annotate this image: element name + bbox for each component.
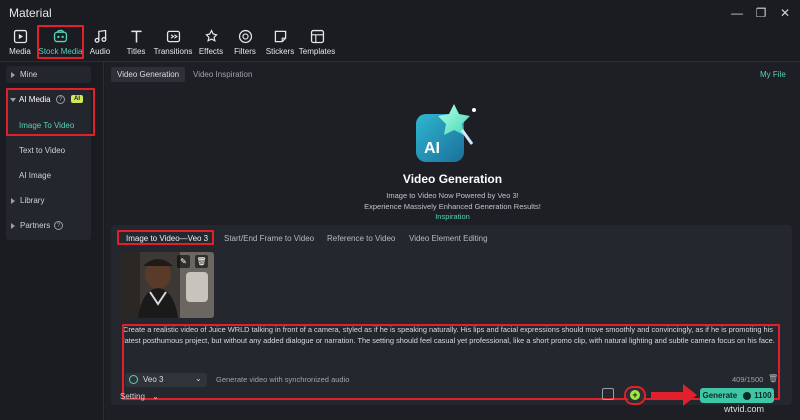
toolbar-titles[interactable]: Titles bbox=[122, 26, 150, 60]
sidebar-item-mine[interactable]: Mine bbox=[6, 66, 91, 83]
transitions-icon bbox=[166, 30, 180, 43]
red-arrow-icon bbox=[651, 384, 697, 406]
hero-line-1: Image to Video Now Powered by Veo 3! bbox=[386, 191, 519, 200]
tab-video-element-editing[interactable]: Video Element Editing bbox=[409, 234, 488, 243]
generate-button[interactable]: Generate 1100 bbox=[700, 388, 774, 403]
toolbar-audio[interactable]: Audio bbox=[86, 26, 114, 60]
titles-icon bbox=[130, 30, 142, 43]
credit-icon bbox=[743, 391, 752, 400]
prompt-textarea[interactable]: Create a realistic video of Juice WRLD t… bbox=[123, 325, 779, 373]
help-icon[interactable]: ? bbox=[54, 221, 63, 230]
caret-right-icon bbox=[11, 223, 15, 229]
audio-hint: Generate video with synchronized audio bbox=[216, 375, 350, 384]
toolbar-effects[interactable]: Effects bbox=[197, 26, 225, 60]
material-toolbar: Media Stock Media Audio Titles Transitio… bbox=[0, 26, 800, 62]
toolbar-transitions[interactable]: Transitions bbox=[153, 26, 193, 60]
sidebar-item-ai-media[interactable]: AI Media bbox=[19, 95, 51, 104]
templates-icon bbox=[310, 29, 324, 44]
restore-icon[interactable]: ❐ bbox=[752, 4, 770, 22]
page-title: Video Generation bbox=[402, 172, 503, 186]
help-icon[interactable]: ? bbox=[56, 95, 65, 104]
uploaded-image-thumbnail[interactable]: ✎ 🗑 bbox=[120, 252, 214, 318]
window-title: Material bbox=[9, 6, 52, 20]
caret-down-icon bbox=[10, 98, 16, 102]
sidebar-item-ai-image[interactable]: AI Image bbox=[19, 171, 51, 180]
ai-video-logo: AI bbox=[414, 100, 484, 164]
stock-media-icon bbox=[53, 29, 68, 43]
model-label: Veo 3 bbox=[143, 375, 164, 384]
generation-panel: Image to Video—Veo 3 Start/End Frame to … bbox=[111, 225, 792, 405]
sidebar-item-library[interactable]: Library bbox=[6, 192, 91, 209]
inspiration-link[interactable]: Inspiration bbox=[105, 212, 800, 221]
add-credits-icon: + bbox=[630, 390, 640, 400]
logo-text: AI bbox=[424, 140, 440, 157]
title-bar: Material — ❐ ✕ bbox=[0, 0, 800, 26]
toolbar-templates[interactable]: Templates bbox=[299, 26, 335, 60]
sidebar-item-partners[interactable]: Partners ? bbox=[6, 217, 91, 234]
veo-model-icon bbox=[129, 375, 138, 384]
watermark: wtvid.com bbox=[724, 404, 765, 414]
toolbar-stock-media[interactable]: Stock Media bbox=[38, 26, 83, 60]
tab-start-end-frame[interactable]: Start/End Frame to Video bbox=[224, 234, 314, 243]
tab-video-inspiration[interactable]: Video Inspiration bbox=[187, 67, 258, 82]
caret-right-icon bbox=[11, 198, 15, 204]
tab-image-to-video-veo3[interactable]: Image to Video—Veo 3 bbox=[126, 234, 208, 243]
setting-dropdown[interactable]: Setting ⌄ bbox=[120, 392, 159, 401]
tab-video-generation[interactable]: Video Generation bbox=[111, 67, 186, 82]
media-icon bbox=[13, 29, 27, 44]
model-select[interactable]: Veo 3 ⌄ bbox=[125, 373, 207, 387]
char-counter: 409/1500 bbox=[732, 375, 764, 384]
close-icon[interactable]: ✕ bbox=[776, 4, 794, 22]
toolbar-media[interactable]: Media bbox=[4, 26, 36, 60]
delete-icon[interactable]: 🗑 bbox=[195, 255, 208, 268]
main-area: Video Generation Video Inspiration My Fi… bbox=[105, 62, 800, 420]
chevron-down-icon: ⌄ bbox=[152, 392, 159, 401]
effects-icon bbox=[204, 29, 218, 42]
image-settings-icon[interactable] bbox=[602, 388, 614, 400]
hero-line-2: Experience Massively Enhanced Generation… bbox=[364, 202, 541, 211]
my-file-link[interactable]: My File bbox=[760, 70, 786, 79]
filters-icon bbox=[238, 29, 252, 44]
audio-icon bbox=[94, 29, 106, 43]
credits-toggle[interactable]: + bbox=[627, 388, 645, 403]
sidebar-item-image-to-video[interactable]: Image To Video bbox=[19, 121, 74, 130]
sidebar-item-text-to-video[interactable]: Text to Video bbox=[19, 146, 65, 155]
stickers-icon bbox=[274, 30, 286, 43]
edit-icon[interactable]: ✎ bbox=[177, 255, 190, 268]
ai-badge: AI bbox=[71, 95, 83, 103]
clear-prompt-icon[interactable]: 🗑 bbox=[768, 374, 778, 383]
minimize-icon[interactable]: — bbox=[728, 4, 746, 22]
caret-right-icon bbox=[11, 72, 15, 78]
tab-reference-to-video[interactable]: Reference to Video bbox=[327, 234, 395, 243]
toolbar-filters[interactable]: Filters bbox=[231, 26, 259, 60]
chevron-down-icon: ⌄ bbox=[195, 374, 202, 383]
sidebar: Mine AI Media ? AI Image To Video Text t… bbox=[0, 62, 104, 420]
toolbar-stickers[interactable]: Stickers bbox=[265, 26, 295, 60]
